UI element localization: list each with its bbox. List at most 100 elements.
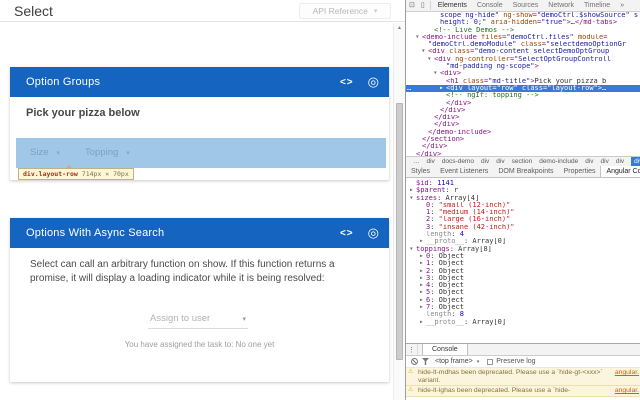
dom-tree-node[interactable]: ▼<demo-include files="demoCtrl.files" mo… [406, 34, 640, 41]
console-messages: ⚠angular.hide-lt-mdhas been deprecated. … [406, 368, 640, 397]
dom-tree-node[interactable]: <!-- ngIf: topping --> [406, 92, 640, 99]
dom-tree-node[interactable]: ▼<div ng-controller="SelectOptGroupContr… [406, 56, 640, 63]
sidebar-tab-styles[interactable]: Styles [406, 166, 435, 177]
dom-tree-node[interactable]: ▼<div class="demo-content selectDemoOptG… [406, 48, 640, 55]
devtools-tab-network[interactable]: Network [548, 2, 574, 9]
dom-tree-node[interactable]: <!-- Live Demos --> [406, 27, 640, 34]
drawer-menu-icon[interactable]: ⋮ [406, 344, 418, 355]
devtools-tab--[interactable]: » [620, 2, 624, 9]
scrollbar-thumb[interactable] [396, 103, 403, 360]
view-source-icon[interactable]: <> [340, 228, 354, 239]
sidebar-tab-event-listeners[interactable]: Event Listeners [435, 166, 493, 177]
breadcrumb-item[interactable]: div [481, 158, 489, 165]
scope-property-row[interactable]: ▶__proto__: Array[0] [406, 319, 640, 326]
dom-tree-node[interactable]: </div> [406, 107, 640, 114]
console-source-link[interactable]: angular. [615, 387, 639, 395]
scrollbar-up-arrow-icon[interactable]: ▲ [394, 25, 405, 31]
page-title: Select [14, 3, 53, 19]
devtools-tab-timeline[interactable]: Timeline [584, 2, 610, 9]
console-drawer-tab[interactable]: Console [422, 344, 468, 355]
breadcrumb-item[interactable]: div.l [631, 157, 640, 166]
breadcrumb-item[interactable]: docs-demo [442, 158, 474, 165]
angular-context-panel: $id: 1141▶$parent: r▼sizes: Array[4]0: "… [406, 178, 640, 343]
card-title: Option Groups [26, 76, 100, 88]
dom-tree-node[interactable]: "md-padding ng-scope"> [406, 63, 640, 70]
scope-property-row[interactable]: ▶6: Object [406, 297, 640, 304]
page-scrollbar[interactable]: ▲ [393, 23, 405, 400]
inspect-element-icon[interactable]: ⊡ [409, 1, 415, 11]
dom-tree-node[interactable]: </div> [406, 143, 640, 150]
api-reference-select[interactable]: API Reference ▾ [299, 3, 391, 19]
preserve-log-label: Preserve log [496, 358, 535, 365]
breadcrumb-item[interactable]: demo-include [539, 158, 578, 165]
filter-icon[interactable] [422, 358, 429, 365]
dom-tree-node[interactable]: ▼<div> [406, 70, 640, 77]
sidebar-tab-angular-context[interactable]: Angular Context [600, 166, 640, 177]
breadcrumb-item[interactable]: div [585, 158, 593, 165]
card-option-groups: Option Groups <> ◎ Pick your pizza below… [10, 67, 389, 180]
bullseye-icon[interactable]: ◎ [368, 225, 379, 241]
devtools-toolbar: ⊡ ▯ Elements Console Sources Network Timelin… [406, 0, 640, 12]
dom-tree-node[interactable]: </section> [406, 136, 640, 143]
scope-property-row[interactable]: ▼toppings: Array[8] [406, 246, 640, 253]
scope-property-row[interactable]: length: 4 [406, 231, 640, 238]
sidebar-tab-dom-breakpoints[interactable]: DOM Breakpoints [493, 166, 558, 177]
console-source-link[interactable]: angular. [615, 369, 639, 377]
bullseye-icon[interactable]: ◎ [368, 74, 379, 90]
breadcrumb-item[interactable]: div [496, 158, 504, 165]
scope-property-row[interactable]: ▶__proto__: Array[0] [406, 238, 640, 245]
scope-property-row[interactable]: ▶5: Object [406, 289, 640, 296]
pizza-heading: Pick your pizza below [26, 107, 140, 119]
frame-context-select[interactable]: <top frame> [435, 358, 473, 365]
console-warning-text: hide-lt-mdhas been deprecated. Please us… [418, 369, 637, 384]
devtools-tab-elements[interactable]: Elements [438, 2, 467, 9]
scope-property-row[interactable]: ▶3: Object [406, 275, 640, 282]
scope-property-row[interactable]: ▶1: Object [406, 260, 640, 267]
scope-property-row[interactable]: ▶7: Object [406, 304, 640, 311]
inspect-tooltip-dimensions: 714px × 70px [82, 170, 129, 178]
console-warning: ⚠angular.hide-lt-lghas been deprecated. … [406, 386, 640, 397]
devtools-tab-sources[interactable]: Sources [513, 2, 539, 9]
card-async-search-header: Options With Async Search <> ◎ [10, 218, 389, 248]
breadcrumb-item[interactable]: div [427, 158, 435, 165]
device-mode-icon[interactable]: ▯ [421, 1, 425, 11]
dom-tree-node[interactable]: scope ng-hide" ng-show="demoCtrl.$showSo… [406, 12, 640, 19]
dom-tree-node[interactable]: </demo-include> [406, 129, 640, 136]
scope-property-row[interactable]: $id: 1141 [406, 180, 640, 187]
scope-property-row[interactable]: 2: "large (16-inch)" [406, 216, 640, 223]
breadcrumb-item[interactable]: … [413, 158, 420, 165]
screenshot-root: Select API Reference ▾ Option Groups <> … [0, 0, 640, 400]
card-option-groups-header: Option Groups <> ◎ [10, 67, 389, 97]
dom-tree-node[interactable]: </div> [406, 100, 640, 107]
scope-property-row[interactable]: length: 8 [406, 311, 640, 318]
devtools-tab-console[interactable]: Console [477, 2, 503, 9]
scope-property-row[interactable]: ▶0: Object [406, 253, 640, 260]
breadcrumb-item[interactable]: div [601, 158, 609, 165]
dom-tree-node[interactable]: …▶<div layout="row" class="layout-row">… [406, 85, 640, 92]
scope-property-row[interactable]: ▶$parent: r [406, 187, 640, 194]
dom-tree-node[interactable]: <h1 class="md-title">Pick your pizza b [406, 78, 640, 85]
scope-property-row[interactable]: 3: "insane (42-inch)" [406, 224, 640, 231]
dom-tree-node[interactable]: "demoCtrl.demoModule" class="selectdemoO… [406, 41, 640, 48]
dom-tree-node[interactable]: </div> [406, 114, 640, 121]
clear-console-icon[interactable] [411, 358, 418, 365]
console-warning-text: hide-lt-lghas been deprecated. Please us… [418, 387, 637, 395]
elements-dom-tree: scope ng-hide" ng-show="demoCtrl.$showSo… [406, 12, 640, 156]
dom-tree-node[interactable]: </div> [406, 121, 640, 128]
card-title: Options With Async Search [26, 227, 164, 239]
inspect-tooltip-selector: div.layout-row [23, 170, 78, 178]
docs-page: Select API Reference ▾ Option Groups <> … [0, 0, 405, 400]
scope-property-row[interactable]: ▼sizes: Array[4] [406, 195, 640, 202]
breadcrumb-item[interactable]: section [512, 158, 533, 165]
assign-caption: You have assigned the task to: No one ye… [10, 340, 389, 349]
preserve-log-checkbox[interactable] [487, 359, 493, 365]
breadcrumb-item[interactable]: div [616, 158, 624, 165]
scope-property-row[interactable]: 0: "small (12-inch)" [406, 202, 640, 209]
scope-property-row[interactable]: ▶4: Object [406, 282, 640, 289]
sidebar-tab-properties[interactable]: Properties [559, 166, 601, 177]
scope-property-row[interactable]: 1: "medium (14-inch)" [406, 209, 640, 216]
view-source-icon[interactable]: <> [340, 77, 354, 88]
assign-to-user-select[interactable]: Assign to user ▾ [148, 311, 248, 329]
scope-property-row[interactable]: ▶2: Object [406, 268, 640, 275]
dom-tree-node[interactable]: height: 0;" aria-hidden="true">…</md-tab… [406, 19, 640, 26]
